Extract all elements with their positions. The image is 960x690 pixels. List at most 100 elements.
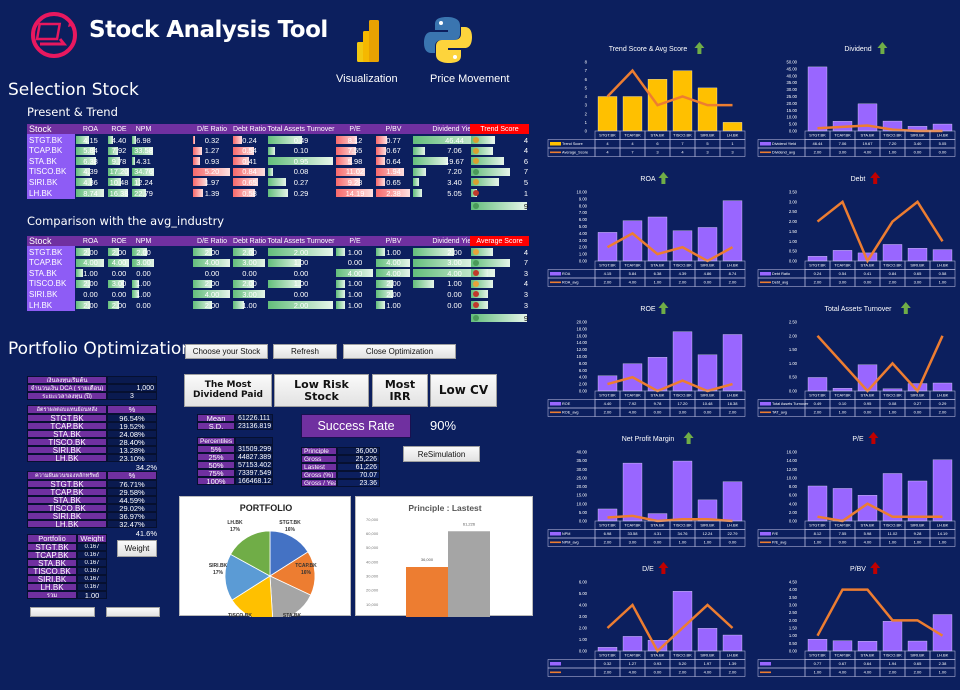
y-tick-label: 0.50 bbox=[789, 375, 798, 380]
metric-chart: Dividend0.005.0010.0015.0020.0025.0030.0… bbox=[755, 40, 960, 170]
weight-button[interactable]: Weight bbox=[117, 540, 157, 557]
metric-cell: 7.55 bbox=[335, 146, 375, 156]
return-value: 13.28% bbox=[107, 446, 157, 454]
y-tick-label: 3.50 bbox=[789, 595, 798, 600]
metric-cell: 0.49 bbox=[267, 135, 335, 145]
green-arrow-up-icon bbox=[658, 302, 668, 314]
table-value: 7.06 bbox=[839, 141, 848, 146]
refresh-button[interactable]: Refresh bbox=[273, 344, 337, 359]
choose-stock-button[interactable]: Choose your Stock bbox=[185, 344, 268, 359]
sum-label: รวม bbox=[27, 591, 77, 599]
table-value: 14.19 bbox=[937, 531, 948, 536]
y-tick-label: 2.50 bbox=[789, 320, 798, 325]
stock-name: TCAP.BK bbox=[29, 146, 62, 156]
green-arrow-up-icon bbox=[901, 302, 911, 314]
metric-cell: 4.00 bbox=[192, 258, 232, 268]
python-icon[interactable] bbox=[423, 15, 473, 65]
metric-cell: 5.20 bbox=[192, 167, 232, 177]
pie-label: LH.BK bbox=[227, 520, 243, 526]
category-label: LH.BK bbox=[937, 133, 949, 138]
table-value: 7.92 bbox=[629, 401, 638, 406]
low-cv-button[interactable]: Low CV bbox=[430, 374, 497, 407]
input-value: 1,000 bbox=[107, 384, 157, 392]
legend-label: Trend Score bbox=[562, 142, 583, 146]
weight-value: 0.167 bbox=[77, 583, 107, 591]
table-value: 4 bbox=[631, 141, 634, 146]
metric-cell: 0.08 bbox=[267, 167, 335, 177]
volatility-value: 29.02% bbox=[107, 504, 157, 512]
category-label: TISCO.BK bbox=[673, 523, 692, 528]
legend-bar-swatch bbox=[760, 532, 771, 536]
table-value: 4.31 bbox=[654, 531, 663, 536]
metric-cell: 2.38 bbox=[375, 188, 412, 198]
power-bi-icon[interactable] bbox=[357, 20, 379, 62]
bar bbox=[598, 509, 617, 521]
table-value: 1.00 bbox=[939, 670, 948, 675]
y-tick-label: 2.50 bbox=[789, 209, 798, 214]
y-tick-label: 8.00 bbox=[789, 484, 798, 489]
arrow-diagonal-icon bbox=[473, 137, 479, 143]
score-bar bbox=[471, 202, 527, 210]
column-header: Stock bbox=[29, 124, 77, 134]
metric-value: 0.67 bbox=[375, 146, 412, 156]
table-value: 0.54 bbox=[839, 271, 848, 276]
category-label: TCAP.BK bbox=[834, 133, 851, 138]
y-tick-label: 40.00 bbox=[787, 73, 798, 78]
metric-value: 17.20 bbox=[107, 167, 131, 177]
table-value: 1.00 bbox=[889, 540, 898, 545]
category-label: TCAP.BK bbox=[834, 523, 851, 528]
visualization-link[interactable]: Visualization bbox=[336, 73, 398, 85]
metric-value: 2.00 bbox=[192, 247, 232, 257]
red-arrow-up-icon bbox=[868, 432, 878, 444]
green-arrow-up-icon bbox=[694, 42, 704, 54]
y-tick-label: 1.50 bbox=[789, 626, 798, 631]
metric-cell: 4.40 bbox=[107, 135, 131, 145]
metric-value: 0.00 bbox=[131, 300, 156, 310]
most-irr-button[interactable]: Most IRR bbox=[372, 374, 428, 407]
metric-value: 1.00 bbox=[375, 300, 412, 310]
low-risk-button[interactable]: Low Risk Stock bbox=[274, 374, 369, 407]
y-tick-label: 3 bbox=[585, 103, 588, 108]
portfolio-optimization-heading: Portfolio Optimization bbox=[8, 339, 192, 359]
column-header: Stock bbox=[29, 236, 77, 246]
category-label: SIRI.BK bbox=[910, 263, 925, 268]
summary-value: 23.36 bbox=[337, 479, 380, 487]
bar bbox=[673, 461, 692, 521]
score-value: 4 bbox=[524, 135, 528, 145]
table-value: 5.20 bbox=[679, 661, 688, 666]
legend-label: ROE bbox=[562, 402, 571, 406]
close-optimization-button[interactable]: Close Optimization bbox=[343, 344, 456, 359]
legend-line-swatch bbox=[760, 542, 771, 544]
chart-title: Dividend bbox=[844, 46, 871, 53]
metric-cell: 1.00 bbox=[75, 268, 106, 278]
legend-label: NPM bbox=[562, 532, 570, 536]
metric-value: 1.94 bbox=[375, 167, 412, 177]
metric-cell: 3.00 bbox=[107, 279, 131, 289]
table-value: 0.93 bbox=[654, 661, 663, 666]
portfolio-header: Portfolio bbox=[27, 534, 77, 543]
bottom-button-2[interactable] bbox=[106, 607, 160, 617]
y-tick-label: 10.00 bbox=[577, 190, 588, 195]
resimulation-button[interactable]: ReSimulation bbox=[403, 446, 480, 462]
column-header: NPM bbox=[131, 124, 156, 134]
metric-value: 2.00 bbox=[232, 247, 267, 257]
y-tick-label: 9.00 bbox=[579, 196, 588, 201]
metric-cell: 2.00 bbox=[107, 300, 131, 310]
y-tick-label: 10.00 bbox=[577, 354, 588, 359]
table-value: 10.48 bbox=[702, 401, 713, 406]
percentile-label: 25% bbox=[197, 453, 235, 461]
metric-cell: 2.00 bbox=[267, 300, 335, 310]
metric-cell: 1.27 bbox=[192, 146, 232, 156]
metric-value: 34.76 bbox=[131, 167, 156, 177]
score-cell: 4 bbox=[470, 279, 529, 289]
y-tick-label: 3.00 bbox=[579, 238, 588, 243]
metric-cell: 8.74 bbox=[75, 188, 106, 198]
bottom-button-1[interactable] bbox=[30, 607, 95, 617]
stock-name: STGT.BK bbox=[29, 135, 62, 145]
metric-value: 4.31 bbox=[131, 156, 156, 166]
table-value: 1.00 bbox=[939, 280, 948, 285]
input-value: 3 bbox=[107, 392, 157, 400]
price-movement-link[interactable]: Price Movement bbox=[430, 73, 509, 85]
most-dividend-button[interactable]: The Most Dividend Paid bbox=[184, 374, 272, 407]
bar bbox=[698, 628, 717, 651]
